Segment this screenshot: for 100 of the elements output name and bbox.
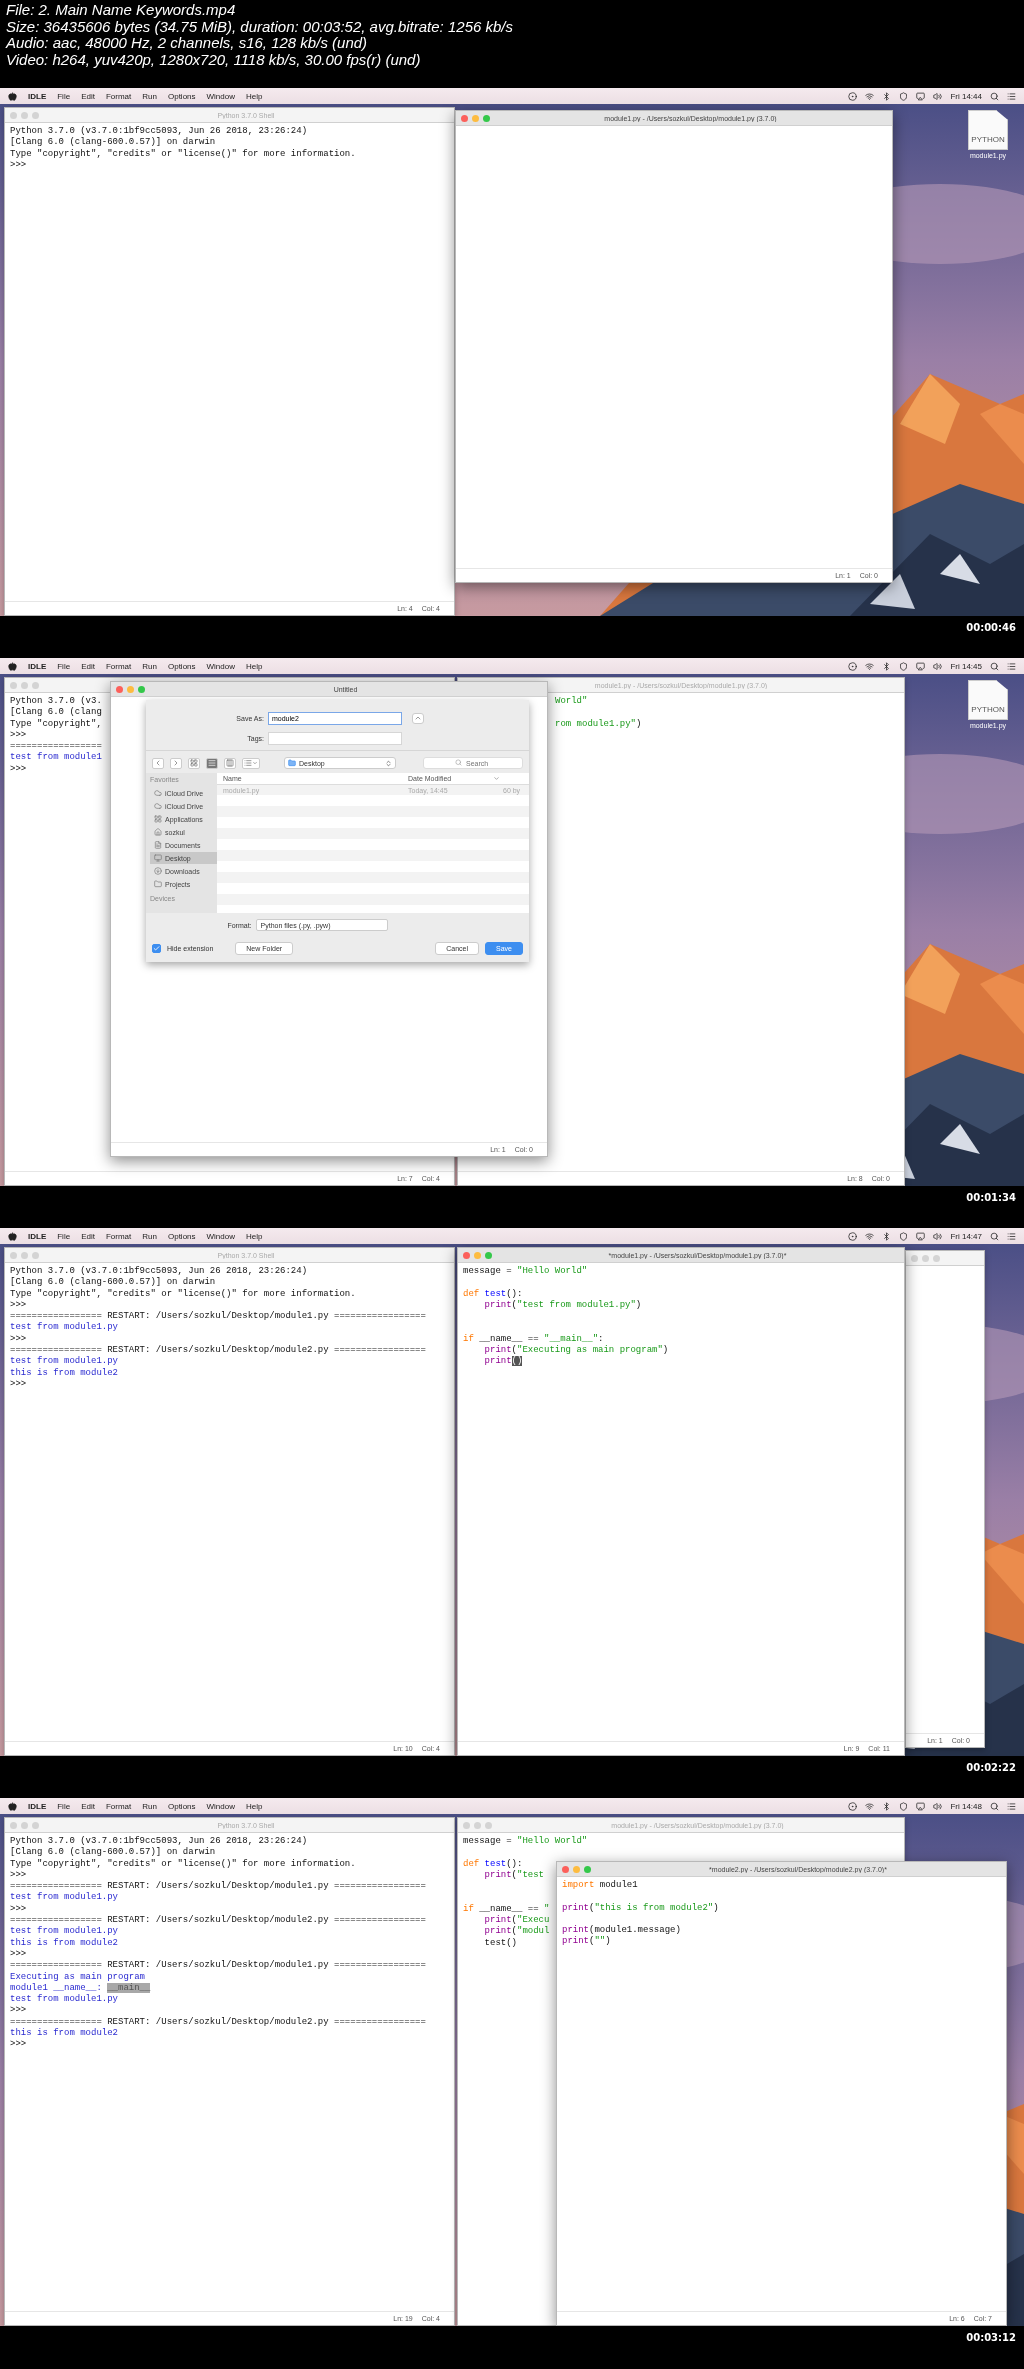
menu-icon[interactable]: [1007, 1801, 1016, 1811]
airplay-icon[interactable]: [916, 91, 926, 101]
menu-item[interactable]: Format: [105, 661, 132, 671]
wifi-icon[interactable]: [865, 1801, 875, 1811]
close-button[interactable]: [562, 1865, 569, 1873]
app-menu[interactable]: IDLE: [28, 91, 47, 101]
volume-icon[interactable]: [933, 91, 943, 101]
apple-icon[interactable]: [8, 1231, 17, 1241]
airplay-icon[interactable]: [916, 661, 926, 671]
menu-icon[interactable]: [1007, 91, 1016, 101]
apple-icon[interactable]: [8, 1801, 17, 1811]
code-line: >>>: [10, 763, 27, 776]
bluetooth-icon[interactable]: [882, 91, 892, 101]
menu-item[interactable]: Help: [246, 1231, 263, 1241]
clock[interactable]: Fri 14:48: [950, 1801, 982, 1811]
menu-item[interactable]: Help: [246, 1801, 263, 1811]
search-icon[interactable]: [990, 1231, 999, 1241]
shield-icon[interactable]: [899, 91, 909, 101]
menu-item[interactable]: Format: [105, 1231, 132, 1241]
menu-item[interactable]: Run: [142, 661, 157, 671]
menu-item[interactable]: File: [57, 661, 71, 671]
menu-item[interactable]: Options: [167, 1801, 196, 1811]
clock[interactable]: Fri 14:45: [950, 661, 982, 671]
code-line: Python 3.7.0 (v3.7.0:1bf9cc5093, Jun 26 2018, 23:26:24): [10, 1836, 308, 1847]
apple-icon[interactable]: [8, 91, 17, 101]
bluetooth-icon[interactable]: [882, 1231, 892, 1241]
close-button[interactable]: [911, 1254, 918, 1262]
code-line: >>>: [10, 1378, 27, 1391]
icon-view-button[interactable]: [188, 757, 200, 769]
wifi-icon[interactable]: [865, 1231, 875, 1241]
close-button[interactable]: [461, 114, 468, 122]
bluetooth-icon[interactable]: [882, 1801, 892, 1811]
zoom-button[interactable]: [584, 1865, 591, 1873]
search-icon[interactable]: [990, 661, 999, 671]
app-menu[interactable]: IDLE: [28, 1801, 47, 1811]
search-icon[interactable]: [990, 91, 999, 101]
volume-icon[interactable]: [933, 1801, 943, 1811]
timestamp: 00:03:12: [966, 2332, 1016, 2343]
clock[interactable]: Fri 14:47: [950, 1231, 982, 1241]
menu-item[interactable]: Options: [167, 91, 196, 101]
code-line: print(""): [562, 1936, 611, 1948]
shield-icon[interactable]: [899, 661, 909, 671]
menu-item[interactable]: Run: [142, 91, 157, 101]
clock[interactable]: Fri 14:44: [950, 91, 982, 101]
menu-item[interactable]: Edit: [81, 661, 95, 671]
shield-icon[interactable]: [899, 1801, 909, 1811]
menu-item[interactable]: Format: [105, 1801, 132, 1811]
menu-item[interactable]: Edit: [81, 1231, 95, 1241]
zoom-button[interactable]: [483, 114, 490, 122]
list-icon: [208, 759, 216, 767]
wifi-icon[interactable]: [865, 661, 875, 671]
close-button[interactable]: [463, 1251, 470, 1259]
menu-item[interactable]: Window: [206, 1231, 235, 1241]
menu-icon[interactable]: [1007, 661, 1016, 671]
output-line: test from module1.py: [10, 1356, 119, 1368]
menu-item[interactable]: Window: [206, 91, 235, 101]
record-icon[interactable]: [848, 1231, 858, 1241]
record-icon[interactable]: [848, 91, 858, 101]
airplay-icon[interactable]: [916, 1801, 926, 1811]
code-line: print("test: [483, 1869, 545, 1882]
menu-item[interactable]: Edit: [81, 1801, 95, 1811]
menu-item[interactable]: File: [57, 1231, 71, 1241]
menu-item[interactable]: Format: [105, 91, 132, 101]
volume-icon[interactable]: [933, 661, 943, 671]
checkbox[interactable]: [152, 943, 161, 953]
menu-icon[interactable]: [1007, 1231, 1016, 1241]
apple-icon[interactable]: [8, 661, 17, 671]
tags-field[interactable]: [268, 731, 402, 745]
zoom-button[interactable]: [485, 1251, 492, 1259]
shield-icon[interactable]: [899, 1231, 909, 1241]
menu-item[interactable]: Window: [206, 661, 235, 671]
app-menu[interactable]: IDLE: [28, 1231, 47, 1241]
menu-item[interactable]: File: [57, 91, 71, 101]
menu-item[interactable]: Window: [206, 1801, 235, 1811]
menu-item[interactable]: Options: [167, 661, 196, 671]
volume-icon[interactable]: [933, 1231, 943, 1241]
group-button[interactable]: [242, 757, 260, 769]
record-icon[interactable]: [848, 661, 858, 671]
forward-button[interactable]: [170, 757, 182, 769]
close-button[interactable]: [116, 685, 123, 693]
menu-item[interactable]: Run: [142, 1801, 157, 1811]
menu-item[interactable]: Help: [246, 661, 263, 671]
column-view-button[interactable]: [224, 757, 236, 769]
search-icon[interactable]: [990, 1801, 999, 1811]
menu-item[interactable]: Edit: [81, 91, 95, 101]
zoom-button[interactable]: [138, 685, 145, 693]
app-menu[interactable]: IDLE: [28, 661, 47, 671]
record-icon[interactable]: [848, 1801, 858, 1811]
wifi-icon[interactable]: [865, 91, 875, 101]
airplay-icon[interactable]: [916, 1231, 926, 1241]
menu-item[interactable]: File: [57, 1801, 71, 1811]
menu-item[interactable]: Help: [246, 91, 263, 101]
back-button[interactable]: [152, 757, 164, 769]
file-icon[interactable]: PYTHON: [968, 680, 1008, 720]
bluetooth-icon[interactable]: [882, 661, 892, 671]
file-icon[interactable]: PYTHON: [968, 110, 1008, 150]
menu-item[interactable]: Run: [142, 1231, 157, 1241]
list-view-button[interactable]: [206, 757, 218, 769]
expand-button[interactable]: [412, 712, 424, 724]
menu-item[interactable]: Options: [167, 1231, 196, 1241]
